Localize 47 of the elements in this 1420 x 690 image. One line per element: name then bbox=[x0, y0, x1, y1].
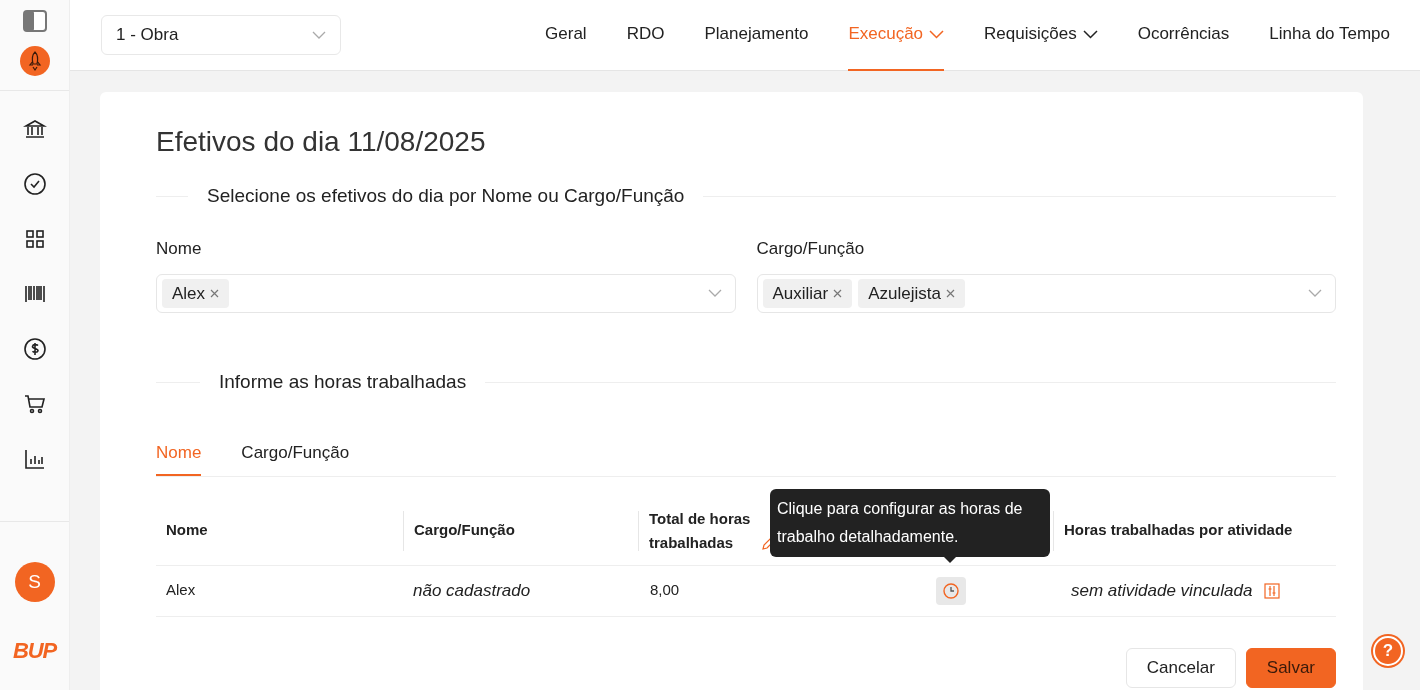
cancel-button[interactable]: Cancelar bbox=[1125, 647, 1236, 688]
chart-icon[interactable] bbox=[22, 447, 47, 471]
table-cell-text: sem atividade vinculada bbox=[1071, 579, 1253, 602]
dollar-icon[interactable] bbox=[22, 337, 47, 361]
bank-icon[interactable] bbox=[22, 117, 47, 141]
nav-tab[interactable]: Requisições bbox=[984, 0, 1098, 71]
tag: Auxiliar bbox=[762, 279, 853, 308]
nav-tab[interactable]: Planejamento bbox=[704, 0, 809, 71]
remove-icon[interactable] bbox=[946, 289, 955, 298]
nav-tab[interactable]: Linha do Tempo bbox=[1269, 0, 1390, 71]
column-header: Nome bbox=[166, 520, 208, 541]
table-cell-text: Alex bbox=[165, 580, 197, 601]
column-header: Cargo/Função bbox=[414, 520, 515, 541]
table-cell-text: 8,00 bbox=[649, 580, 681, 601]
chevron-icon bbox=[707, 289, 722, 298]
multi-select[interactable]: Alex bbox=[156, 274, 736, 313]
tooltip-arrow bbox=[943, 555, 957, 563]
save-button[interactable]: Salvar bbox=[1245, 647, 1336, 688]
clock-icon bbox=[941, 581, 960, 600]
column-header: Horas trabalhadas por atividade bbox=[1064, 520, 1293, 541]
clock-button[interactable] bbox=[935, 576, 966, 605]
logo: BUP bbox=[12, 640, 57, 662]
chevron-icon bbox=[1308, 289, 1322, 298]
remove-icon[interactable] bbox=[210, 289, 220, 298]
tag: Azulejista bbox=[858, 279, 965, 308]
nav-tab[interactable]: Geral bbox=[545, 0, 587, 71]
field-label: Nome bbox=[156, 237, 203, 260]
section-title: Selecione os efetivos do dia por Nome ou Cargo/Função bbox=[206, 184, 686, 208]
cart-icon[interactable] bbox=[22, 392, 47, 416]
tab[interactable]: Cargo/Função bbox=[241, 432, 350, 476]
nav-tab[interactable]: Ocorrências bbox=[1137, 0, 1230, 71]
project-select[interactable]: 1 - Obra bbox=[101, 15, 341, 55]
section-title: Informe as horas trabalhadas bbox=[218, 370, 468, 394]
multi-select[interactable]: Auxiliar Azulejista bbox=[756, 274, 1336, 313]
tag: Alex bbox=[162, 279, 230, 308]
page-title: Efetivos do dia 11/08/2025 bbox=[156, 128, 487, 156]
table-cell-text: não cadastrado bbox=[412, 579, 532, 602]
field-label: Cargo/Função bbox=[756, 237, 866, 260]
column-header: Total de horas trabalhadas bbox=[649, 508, 752, 553]
tooltip: Clique para configurar as horas de trabalho detalhadamente. bbox=[770, 488, 1050, 557]
sidebar-toggle-icon[interactable] bbox=[22, 10, 47, 32]
check-circle-icon[interactable] bbox=[22, 172, 47, 196]
rocket-icon[interactable] bbox=[19, 46, 50, 76]
nav-tab[interactable]: RDO bbox=[626, 0, 665, 71]
chevron-icon bbox=[312, 30, 326, 40]
sliders-icon[interactable] bbox=[1264, 582, 1281, 599]
remove-icon[interactable] bbox=[833, 289, 843, 298]
